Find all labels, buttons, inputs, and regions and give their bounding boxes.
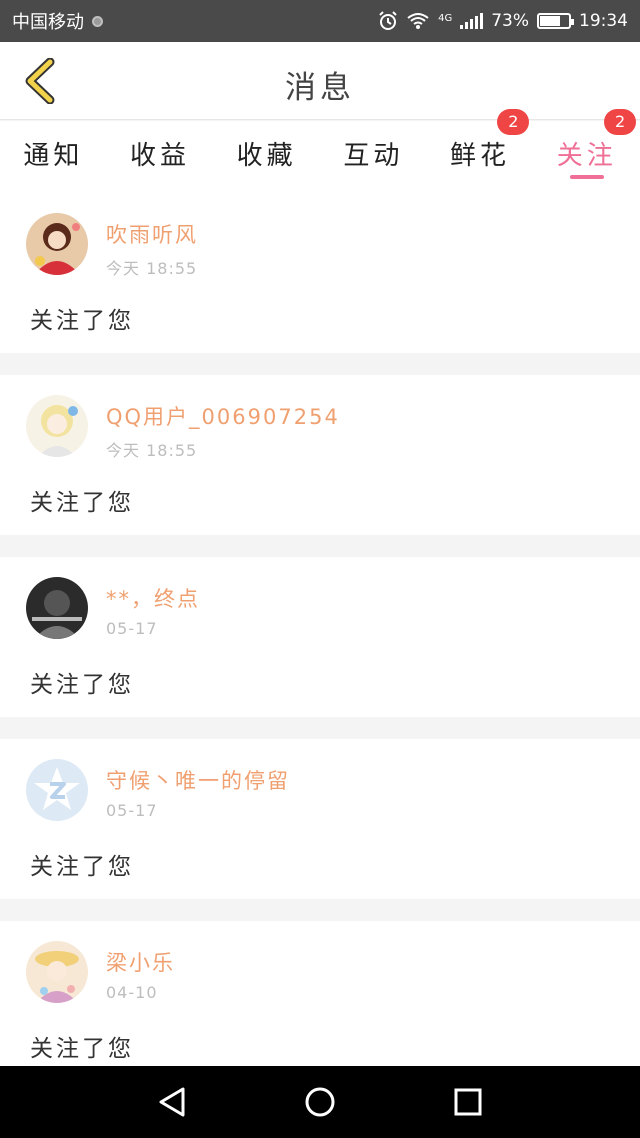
alarm-icon — [378, 11, 398, 31]
avatar[interactable] — [26, 759, 88, 821]
circle-home-icon — [305, 1087, 335, 1117]
tab-earnings[interactable]: 收益 — [107, 121, 214, 193]
system-nav-bar — [0, 1066, 640, 1138]
triangle-back-icon — [159, 1087, 185, 1117]
message-text: 关注了您 — [30, 490, 134, 516]
nav-home-button[interactable] — [298, 1080, 342, 1124]
status-bar: 中国移动 4G 73% 19:34 — [0, 0, 640, 42]
username[interactable]: QQ用户_006907254 — [106, 401, 340, 431]
timestamp: 05-17 — [106, 619, 158, 638]
avatar[interactable] — [26, 577, 88, 639]
nav-back-button[interactable] — [150, 1080, 194, 1124]
message-text: 关注了您 — [30, 1036, 134, 1062]
username[interactable]: **，终点 — [106, 583, 200, 613]
carrier-name: 中国移动 — [12, 12, 84, 33]
tab-favorites[interactable]: 收藏 — [213, 121, 320, 193]
tab-interactions[interactable]: 互动 — [320, 121, 427, 193]
tab-indicator — [569, 175, 604, 179]
timestamp: 今天 18:55 — [106, 259, 198, 278]
tab-notifications[interactable]: 通知 — [0, 121, 107, 193]
wifi-icon — [406, 12, 430, 30]
list-item[interactable]: QQ用户_006907254 今天 18:55 关注了您 — [0, 375, 640, 535]
message-text: 关注了您 — [30, 854, 134, 880]
tab-bar: 通知 收益 收藏 互动 鲜花 2 关注 2 — [0, 109, 640, 193]
page-title: 消息 — [285, 70, 355, 106]
timestamp: 05-17 — [106, 801, 158, 820]
battery-percent: 73% — [491, 11, 529, 31]
timestamp: 04-10 — [106, 983, 158, 1002]
list-item[interactable]: 吹雨听风 今天 18:55 关注了您 — [0, 193, 640, 353]
username[interactable]: 守候丶唯一的停留 — [106, 765, 290, 795]
tab-label: 关注 — [556, 141, 617, 171]
follow-message-list: 吹雨听风 今天 18:55 关注了您 QQ用户_006907254 今天 18:… — [0, 193, 640, 1103]
tab-label: 收藏 — [236, 141, 297, 171]
message-text: 关注了您 — [30, 672, 134, 698]
avatar[interactable] — [26, 395, 88, 457]
header-bar: 消息 — [0, 42, 640, 120]
tab-label: 鲜花 — [450, 141, 511, 171]
username[interactable]: 梁小乐 — [106, 947, 175, 977]
avatar[interactable] — [26, 941, 88, 1003]
network-type: 4G — [438, 13, 453, 24]
username[interactable]: 吹雨听风 — [106, 219, 198, 249]
list-item[interactable]: 梁小乐 04-10 关注了您 — [0, 921, 640, 1081]
tab-label: 互动 — [343, 141, 404, 171]
list-item[interactable]: 守候丶唯一的停留 05-17 关注了您 — [0, 739, 640, 899]
unread-badge: 2 — [604, 109, 637, 135]
tab-follows[interactable]: 关注 2 — [533, 109, 640, 193]
square-recents-icon — [454, 1088, 482, 1116]
tab-flowers[interactable]: 鲜花 2 — [427, 109, 534, 193]
list-item[interactable]: **，终点 05-17 关注了您 — [0, 557, 640, 717]
timestamp: 今天 18:55 — [106, 441, 198, 460]
tab-label: 收益 — [130, 141, 191, 171]
notification-dot-icon — [92, 15, 103, 27]
signal-icon — [460, 13, 484, 29]
message-text: 关注了您 — [30, 308, 134, 334]
nav-recents-button[interactable] — [446, 1080, 490, 1124]
avatar[interactable] — [26, 213, 88, 275]
clock: 19:34 — [579, 11, 628, 31]
battery-icon — [537, 13, 574, 29]
unread-badge: 2 — [497, 109, 530, 135]
tab-label: 通知 — [23, 141, 84, 171]
